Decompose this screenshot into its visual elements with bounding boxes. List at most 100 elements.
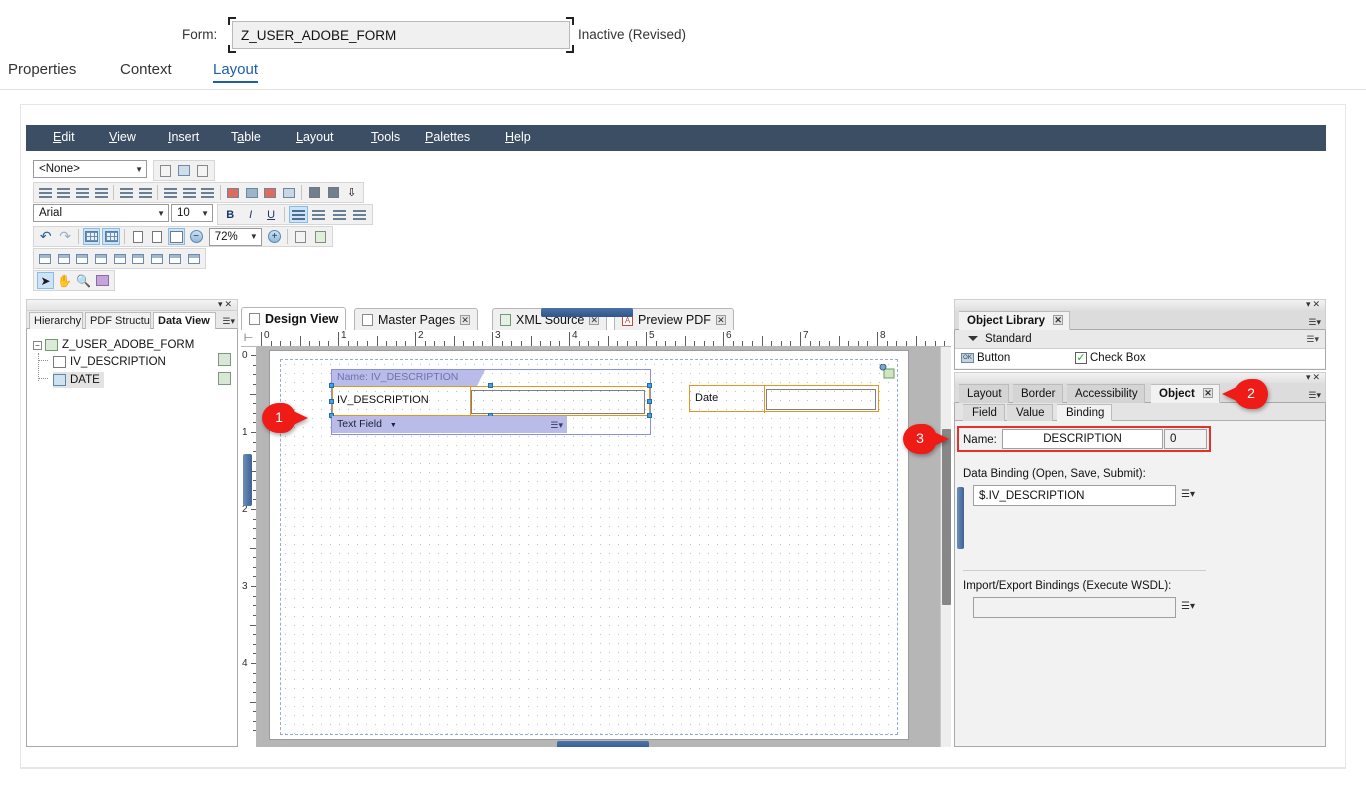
close-icon[interactable]: ✕ bbox=[716, 315, 726, 325]
font-size-combo[interactable]: 10 ▼ bbox=[171, 204, 213, 222]
date-field[interactable]: Date bbox=[689, 385, 879, 412]
text-align-left-icon[interactable] bbox=[289, 206, 307, 223]
align-left-icon[interactable] bbox=[37, 184, 54, 201]
resize-handle-tl[interactable] bbox=[329, 383, 334, 388]
palette-options-icon[interactable]: ☰▾ bbox=[1308, 390, 1321, 401]
menu-tools[interactable]: Tools bbox=[371, 130, 400, 144]
menu-table[interactable]: Table bbox=[231, 130, 261, 144]
selected-subform[interactable]: Name: IV_DESCRIPTION IV_DESCRIPTION bbox=[331, 369, 651, 435]
data-binding-input[interactable] bbox=[973, 485, 1176, 506]
field-type-selector[interactable]: Text Field ▼ ☰▾ bbox=[332, 416, 567, 433]
align-bottom-icon[interactable] bbox=[93, 184, 110, 201]
center-both-icon[interactable] bbox=[200, 184, 217, 201]
subtab-field[interactable]: Field bbox=[963, 404, 1005, 421]
align-right-icon[interactable] bbox=[56, 184, 73, 201]
resize-handle-mr[interactable] bbox=[647, 399, 652, 404]
resize-handle-br[interactable] bbox=[647, 413, 652, 418]
data-view-tree[interactable]: − Z_USER_ADOBE_FORM IV_DESCRIPTION DATE bbox=[26, 329, 238, 747]
center-horizontal-icon[interactable] bbox=[162, 184, 179, 201]
object-tool-icon[interactable] bbox=[94, 272, 111, 289]
send-to-back-icon[interactable] bbox=[244, 184, 261, 201]
library-group-standard[interactable]: Standard ☰▾ bbox=[955, 330, 1325, 349]
close-icon[interactable]: ✕ bbox=[1053, 315, 1063, 325]
doctab-design-view[interactable]: Design View bbox=[241, 307, 346, 330]
scrollbar-thumb[interactable] bbox=[942, 429, 951, 605]
panel-menu-icon[interactable]: ▾✕ bbox=[218, 299, 234, 310]
text-align-right-icon[interactable] bbox=[330, 206, 348, 223]
fit-page-icon[interactable] bbox=[129, 228, 146, 245]
subtab-value[interactable]: Value bbox=[1007, 404, 1053, 421]
tab-accessibility-palette[interactable]: Accessibility bbox=[1067, 384, 1145, 403]
vertical-ruler-marker[interactable] bbox=[243, 454, 252, 506]
date-input[interactable] bbox=[766, 389, 876, 410]
data-binding-indicator-icon-1[interactable] bbox=[218, 353, 231, 366]
bold-button[interactable]: B bbox=[221, 206, 239, 223]
design-canvas[interactable]: Name: IV_DESCRIPTION IV_DESCRIPTION bbox=[257, 347, 951, 747]
tab-object-palette[interactable]: Object ✕ bbox=[1151, 384, 1220, 403]
menu-palettes[interactable]: Palettes bbox=[425, 130, 470, 144]
menu-view[interactable]: View bbox=[109, 130, 136, 144]
bring-forward-icon[interactable] bbox=[262, 184, 279, 201]
send-backward-icon[interactable] bbox=[281, 184, 298, 201]
iv-description-field[interactable]: IV_DESCRIPTION bbox=[332, 386, 650, 416]
panel-menu-icon[interactable]: ▾✕ bbox=[1306, 372, 1322, 383]
distribute-vertical-icon[interactable] bbox=[137, 184, 154, 201]
new-page-icon[interactable] bbox=[157, 162, 174, 179]
text-align-justify-icon[interactable] bbox=[351, 206, 369, 223]
merge-cells-icon[interactable] bbox=[167, 250, 184, 267]
page-corner-widget-icon[interactable] bbox=[879, 364, 895, 379]
group-icon[interactable] bbox=[306, 184, 323, 201]
insert-column-right-icon[interactable] bbox=[111, 250, 128, 267]
tab-data-view[interactable]: Data View bbox=[153, 312, 216, 330]
insert-row-above-icon[interactable] bbox=[56, 250, 73, 267]
text-align-center-icon[interactable] bbox=[310, 206, 328, 223]
zoom-in-icon[interactable]: + bbox=[266, 228, 283, 245]
merge-icon[interactable]: ⇩ bbox=[343, 184, 360, 201]
library-item-checkbox[interactable]: ✓ Check Box bbox=[1075, 352, 1146, 364]
iv-description-input[interactable] bbox=[471, 390, 645, 414]
delete-column-icon[interactable] bbox=[148, 250, 165, 267]
name-input[interactable] bbox=[1002, 429, 1163, 449]
preview-icon[interactable] bbox=[292, 228, 309, 245]
style-combo[interactable]: <None> ▼ bbox=[33, 160, 147, 178]
delete-row-icon[interactable] bbox=[130, 250, 147, 267]
zoom-out-icon[interactable]: − bbox=[187, 228, 204, 245]
library-group-menu-icon[interactable]: ☰▾ bbox=[1306, 334, 1319, 345]
resize-handle-tr[interactable] bbox=[647, 383, 652, 388]
doctab-master-pages[interactable]: Master Pages ✕ bbox=[354, 308, 478, 330]
tab-overflow-icon[interactable]: ☰▾ bbox=[222, 316, 235, 327]
data-binding-menu-icon[interactable]: ☰▾ bbox=[1181, 489, 1195, 500]
select-tool-icon[interactable]: ➤ bbox=[37, 272, 54, 289]
tab-object-library[interactable]: Object Library ✕ bbox=[959, 311, 1070, 330]
library-options-icon[interactable]: ☰▾ bbox=[1308, 317, 1321, 328]
font-family-combo[interactable]: Arial ▼ bbox=[33, 204, 169, 222]
ruler-corner-box[interactable]: ⊢ bbox=[241, 330, 257, 347]
menu-edit[interactable]: Edit bbox=[53, 130, 75, 144]
zoom-combo[interactable]: 72% ▼ bbox=[209, 228, 262, 246]
tab-layout-palette[interactable]: Layout bbox=[959, 384, 1009, 403]
library-item-button[interactable]: OK Button bbox=[961, 352, 1010, 364]
underline-button[interactable]: U bbox=[262, 206, 280, 223]
tab-pdf-structure[interactable]: PDF Structure bbox=[85, 312, 151, 330]
tree-expander-icon[interactable]: − bbox=[33, 341, 42, 350]
close-icon[interactable]: ✕ bbox=[1203, 388, 1213, 398]
insert-object-icon[interactable] bbox=[176, 162, 193, 179]
bring-to-front-icon[interactable] bbox=[225, 184, 242, 201]
resize-handle-ml[interactable] bbox=[329, 399, 334, 404]
insert-table-icon[interactable] bbox=[37, 250, 54, 267]
tab-properties[interactable]: Properties bbox=[8, 61, 76, 83]
close-icon[interactable]: ✕ bbox=[460, 315, 470, 325]
align-top-icon[interactable] bbox=[74, 184, 91, 201]
menu-insert[interactable]: Insert bbox=[168, 130, 199, 144]
palette-scroll-marker[interactable] bbox=[957, 487, 964, 549]
tab-layout[interactable]: Layout bbox=[213, 61, 258, 83]
canvas-scroll-handle-bottom[interactable] bbox=[557, 741, 649, 747]
subtab-binding[interactable]: Binding bbox=[1057, 404, 1112, 421]
show-grid-icon[interactable] bbox=[83, 228, 101, 245]
fit-width-icon[interactable] bbox=[168, 228, 186, 245]
page-sheet[interactable]: Name: IV_DESCRIPTION IV_DESCRIPTION bbox=[269, 350, 909, 740]
tree-node-date[interactable]: DATE bbox=[53, 372, 104, 388]
canvas-scroll-handle-top[interactable] bbox=[541, 308, 633, 317]
name-index-input[interactable] bbox=[1164, 429, 1207, 449]
menu-layout[interactable]: Layout bbox=[296, 130, 334, 144]
